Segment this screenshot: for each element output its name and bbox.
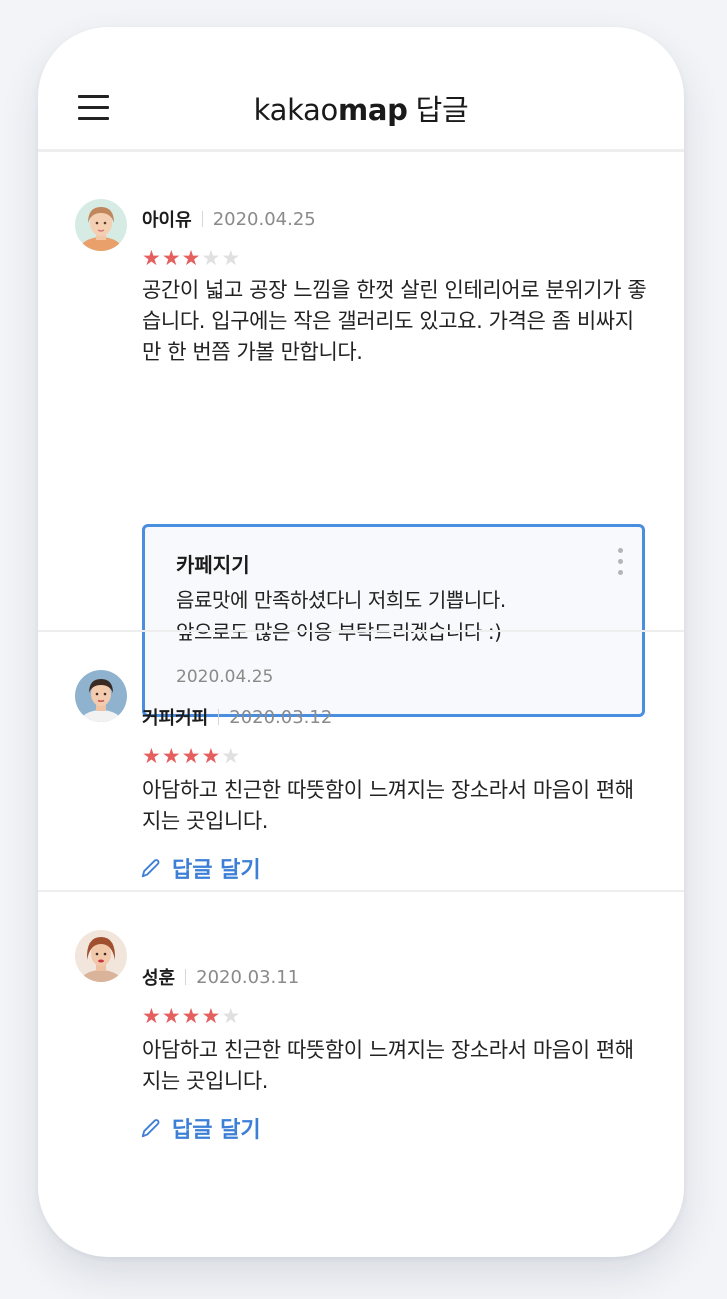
rating-stars: ★ ★ ★ ★ ★ [142,1005,240,1027]
avatar[interactable] [75,199,127,251]
review-meta: 아이유 2020.04.25 [142,207,316,232]
star-icon: ★ [181,246,201,270]
reply-text-line: 음료맛에 만족하셨다니 저희도 기쁩니다. [176,588,506,612]
review-item: 커피커피 2020.03.12 ★ ★ ★ ★ ★ 아담하고 친근한 따뜻함이 느껴지는… [38,632,684,890]
star-icon: ★ [201,744,221,768]
star-icon: ★ [221,246,241,270]
write-reply-label: 답글 달기 [172,858,261,883]
star-icon: ★ [221,1004,241,1028]
star-icon: ★ [181,1004,201,1028]
review-author: 성훈 [142,968,176,989]
reply-author: 카페지기 [176,553,250,577]
review-date: 2020.03.11 [196,966,300,988]
star-icon: ★ [201,246,221,270]
page-title: kakaomap 답글 [38,87,684,129]
meta-separator [185,969,187,985]
star-icon: ★ [221,744,241,768]
star-icon: ★ [142,744,161,768]
phone-screen: kakaomap 답글 아이유 2020.04.25 ★ ★ ★ ★ ★ 공간이 넓고 공… [38,27,684,1257]
avatar[interactable] [75,670,127,722]
brand-kakao: kakao [253,93,339,127]
avatar[interactable] [75,930,127,982]
star-icon: ★ [142,246,161,270]
meta-separator [218,709,220,725]
brand-map: map [337,93,408,127]
review-text: 아담하고 친근한 따뜻함이 느껴지는 장소라서 마음이 편해지는 곳입니다. [142,778,634,833]
write-reply-button[interactable]: 답글 달기 [140,853,261,883]
review-meta: 커피커피 2020.03.12 [142,705,333,730]
meta-separator [201,211,203,227]
star-icon: ★ [161,246,181,270]
pencil-icon [141,1119,160,1138]
star-icon: ★ [181,744,201,768]
review-date: 2020.03.12 [229,706,333,728]
title-suffix: 답글 [415,93,469,127]
review-item: 아이유 2020.04.25 ★ ★ ★ ★ ★ 공간이 넓고 공장 느낌을 한껏 살린… [38,152,684,717]
review-item: 성훈 2020.03.11 ★ ★ ★ ★ ★ 아담하고 친근한 따뜻함이 느껴지는 장… [38,892,684,1192]
star-icon: ★ [161,744,181,768]
star-icon: ★ [142,1004,161,1028]
rating-stars: ★ ★ ★ ★ ★ [142,745,240,767]
review-author: 커피커피 [142,708,209,729]
rating-stars: ★ ★ ★ ★ ★ [142,247,240,269]
write-reply-button[interactable]: 답글 달기 [140,1113,261,1143]
review-text: 아담하고 친근한 따뜻함이 느껴지는 장소라서 마음이 편해지는 곳입니다. [142,1038,634,1093]
pencil-icon [141,859,160,878]
review-text: 공간이 넓고 공장 느낌을 한껏 살린 인테리어로 분위기가 좋습니다. 입구에… [142,278,647,364]
review-date: 2020.04.25 [212,208,316,230]
write-reply-label: 답글 달기 [172,1118,261,1143]
more-vertical-icon[interactable] [615,548,625,580]
review-author: 아이유 [142,210,192,231]
review-meta: 성훈 2020.03.11 [142,965,300,990]
star-icon: ★ [161,1004,181,1028]
star-icon: ★ [201,1004,221,1028]
app-header: kakaomap 답글 [38,27,684,152]
